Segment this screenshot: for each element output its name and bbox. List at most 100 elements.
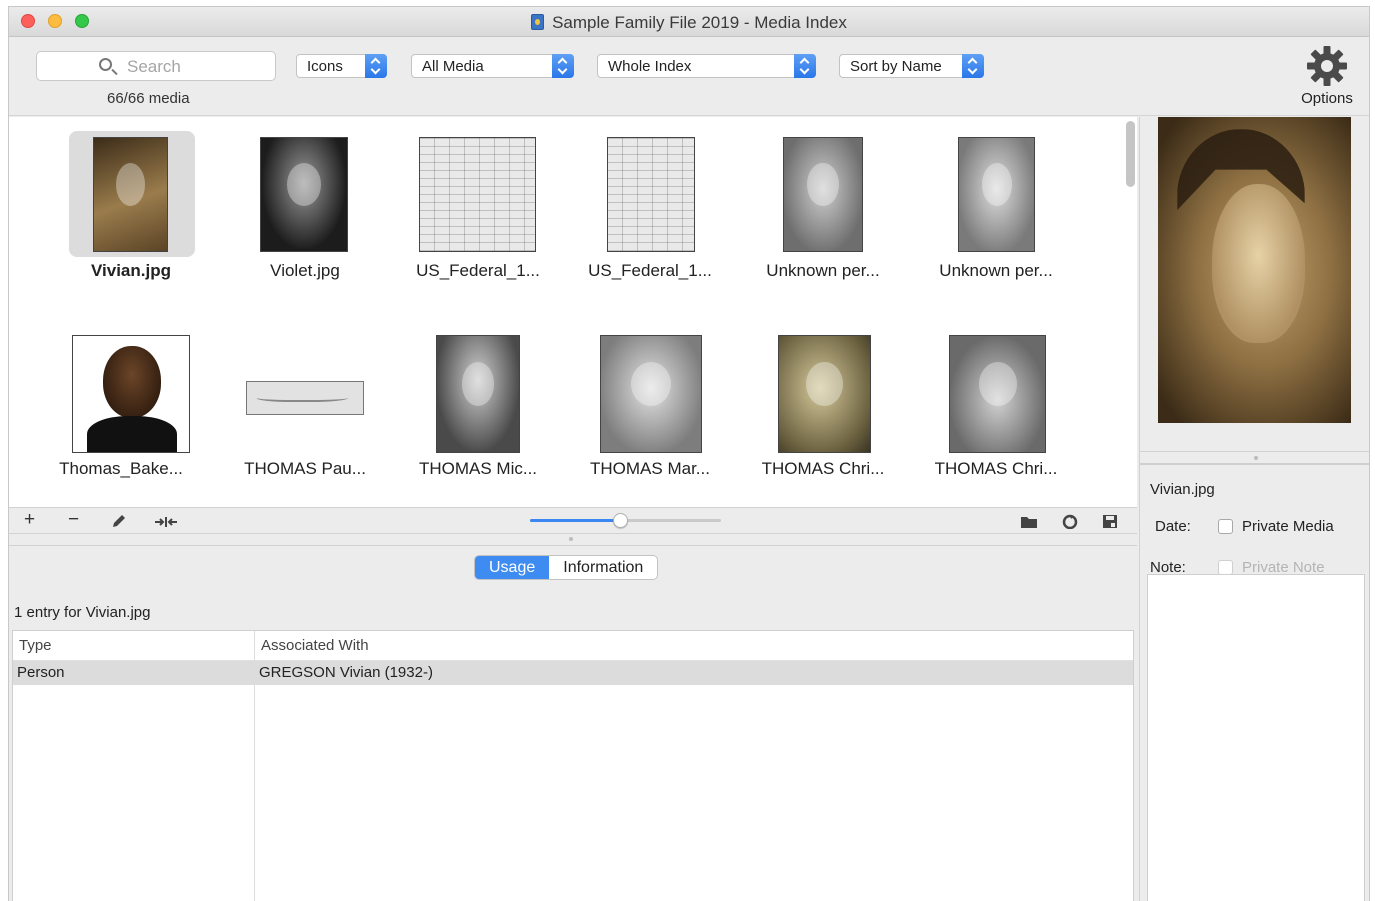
media-preview-image xyxy=(1158,117,1351,423)
face-shape xyxy=(103,346,161,418)
vivian-thumbnail xyxy=(93,137,168,252)
tab-usage[interactable]: Usage xyxy=(475,556,550,579)
sort-value: Sort by Name xyxy=(850,58,942,75)
media-item[interactable]: US_Federal_1... xyxy=(393,117,563,307)
view-mode-value: Icons xyxy=(307,58,343,75)
signature-stroke xyxy=(255,392,351,402)
folder-icon[interactable] xyxy=(1020,514,1038,529)
merge-arrows-icon[interactable] xyxy=(154,514,178,529)
detail-filename: Vivian.jpg xyxy=(1150,481,1215,498)
media-caption: THOMAS Mic... xyxy=(418,459,538,478)
search-placeholder: Search xyxy=(127,57,181,76)
media-item[interactable]: THOMAS Chri... xyxy=(911,315,1081,505)
media-item[interactable]: THOMAS Chri... xyxy=(738,315,908,505)
portrait-thumbnail xyxy=(436,335,520,453)
media-caption: Violet.jpg xyxy=(270,261,340,280)
window-title-text: Sample Family File 2019 - Media Index xyxy=(552,13,847,32)
media-caption: THOMAS Chri... xyxy=(934,459,1058,478)
media-filter-value: All Media xyxy=(422,58,484,75)
view-mode-popup[interactable]: Icons xyxy=(296,54,387,78)
shoulders-shape xyxy=(87,416,177,452)
index-scope-value: Whole Index xyxy=(608,58,692,75)
media-caption: US_Federal_1... xyxy=(588,261,712,280)
portrait-thumbnail xyxy=(958,137,1035,252)
private-media-label: Private Media xyxy=(1242,518,1334,535)
gear-icon xyxy=(1307,46,1347,86)
media-item[interactable]: Vivian.jpg xyxy=(29,117,199,307)
slider-knob[interactable] xyxy=(613,513,628,528)
portrait-thumbnail xyxy=(783,137,863,252)
toolbar: Search 66/66 media Icons All Media Whole… xyxy=(9,38,1369,116)
options-button[interactable]: Options xyxy=(1295,44,1359,107)
column-divider[interactable] xyxy=(254,631,255,901)
usage-table: Type Associated With Person GREGSON Vivi… xyxy=(12,630,1134,901)
media-filter-popup[interactable]: All Media xyxy=(411,54,574,78)
media-index-window: Sample Family File 2019 - Media Index Se… xyxy=(8,6,1370,901)
column-header-associated-with[interactable]: Associated With xyxy=(261,637,369,654)
media-count: 66/66 media xyxy=(107,90,190,107)
private-note-checkbox[interactable] xyxy=(1218,560,1233,575)
tab-information[interactable]: Information xyxy=(549,556,657,579)
census-document-thumbnail xyxy=(419,137,536,252)
column-header-type[interactable]: Type xyxy=(19,637,52,654)
sort-popup[interactable]: Sort by Name xyxy=(839,54,984,78)
detail-pane: Vivian.jpg Date: Private Media Note: Pri… xyxy=(1139,117,1369,901)
thumbnail-size-slider[interactable] xyxy=(530,513,721,528)
popup-arrows-icon xyxy=(552,54,574,78)
media-caption: Unknown per... xyxy=(766,261,880,280)
slider-fill xyxy=(530,519,620,522)
add-media-button[interactable]: + xyxy=(24,510,35,530)
media-item[interactable]: US_Federal_1... xyxy=(565,117,735,307)
media-item[interactable]: THOMAS Mar... xyxy=(565,315,735,505)
save-disk-icon[interactable] xyxy=(1101,514,1119,529)
private-media-checkbox[interactable] xyxy=(1218,519,1233,534)
refresh-icon[interactable] xyxy=(1061,514,1079,529)
table-row[interactable]: Person GREGSON Vivian (1932-) xyxy=(13,661,1133,685)
splitter-grip xyxy=(569,537,573,541)
media-item[interactable]: Thomas_Bake... xyxy=(46,315,216,505)
popup-arrows-icon xyxy=(365,54,387,78)
portrait-thumbnail xyxy=(949,335,1046,453)
pane-splitter[interactable] xyxy=(9,535,1137,545)
options-label: Options xyxy=(1301,90,1353,107)
media-caption: Thomas_Bake... xyxy=(59,459,183,478)
panel-tabs: Usage Information xyxy=(474,555,659,580)
census-document-thumbnail xyxy=(607,137,695,252)
row-associated-cell: GREGSON Vivian (1932-) xyxy=(259,664,433,681)
search-field[interactable]: Search xyxy=(36,51,276,81)
entry-count-text: 1 entry for Vivian.jpg xyxy=(14,604,151,621)
document-icon xyxy=(531,14,545,30)
search-icon xyxy=(99,58,112,71)
violet-thumbnail xyxy=(260,137,348,252)
media-item[interactable]: THOMAS Mic... xyxy=(393,315,563,505)
table-header: Type Associated With xyxy=(13,631,1133,661)
media-caption: Unknown per... xyxy=(939,261,1053,280)
thomas-baker-thumbnail xyxy=(72,335,190,453)
remove-media-button[interactable]: − xyxy=(68,510,79,530)
media-item[interactable]: Unknown per... xyxy=(738,117,908,307)
portrait-thumbnail xyxy=(600,335,702,453)
media-item[interactable]: Unknown per... xyxy=(911,117,1081,307)
index-scope-popup[interactable]: Whole Index xyxy=(597,54,816,78)
portrait-thumbnail xyxy=(778,335,871,453)
row-type-cell: Person xyxy=(17,664,65,681)
detail-splitter[interactable] xyxy=(1140,451,1369,465)
splitter-grip xyxy=(1254,456,1258,460)
usage-panel: Usage Information 1 entry for Vivian.jpg… xyxy=(9,545,1137,901)
media-item[interactable]: Violet.jpg xyxy=(220,117,390,307)
popup-arrows-icon xyxy=(962,54,984,78)
signature-thumbnail xyxy=(246,381,364,415)
popup-arrows-icon xyxy=(794,54,816,78)
media-caption: THOMAS Pau... xyxy=(244,459,366,478)
media-caption: THOMAS Mar... xyxy=(590,459,710,478)
media-caption: Vivian.jpg xyxy=(91,261,171,280)
edit-pencil-icon[interactable] xyxy=(110,514,128,529)
grid-scrollbar[interactable] xyxy=(1126,121,1135,187)
date-label: Date: xyxy=(1155,518,1191,535)
media-item[interactable]: THOMAS Pau... xyxy=(220,315,390,505)
title-bar: Sample Family File 2019 - Media Index xyxy=(9,7,1369,37)
window-title: Sample Family File 2019 - Media Index xyxy=(9,13,1369,33)
media-grid: Vivian.jpg Violet.jpg US_Federal_1... US… xyxy=(9,117,1137,507)
note-text-area[interactable] xyxy=(1147,574,1365,901)
grid-toolbar: + − xyxy=(9,507,1137,534)
